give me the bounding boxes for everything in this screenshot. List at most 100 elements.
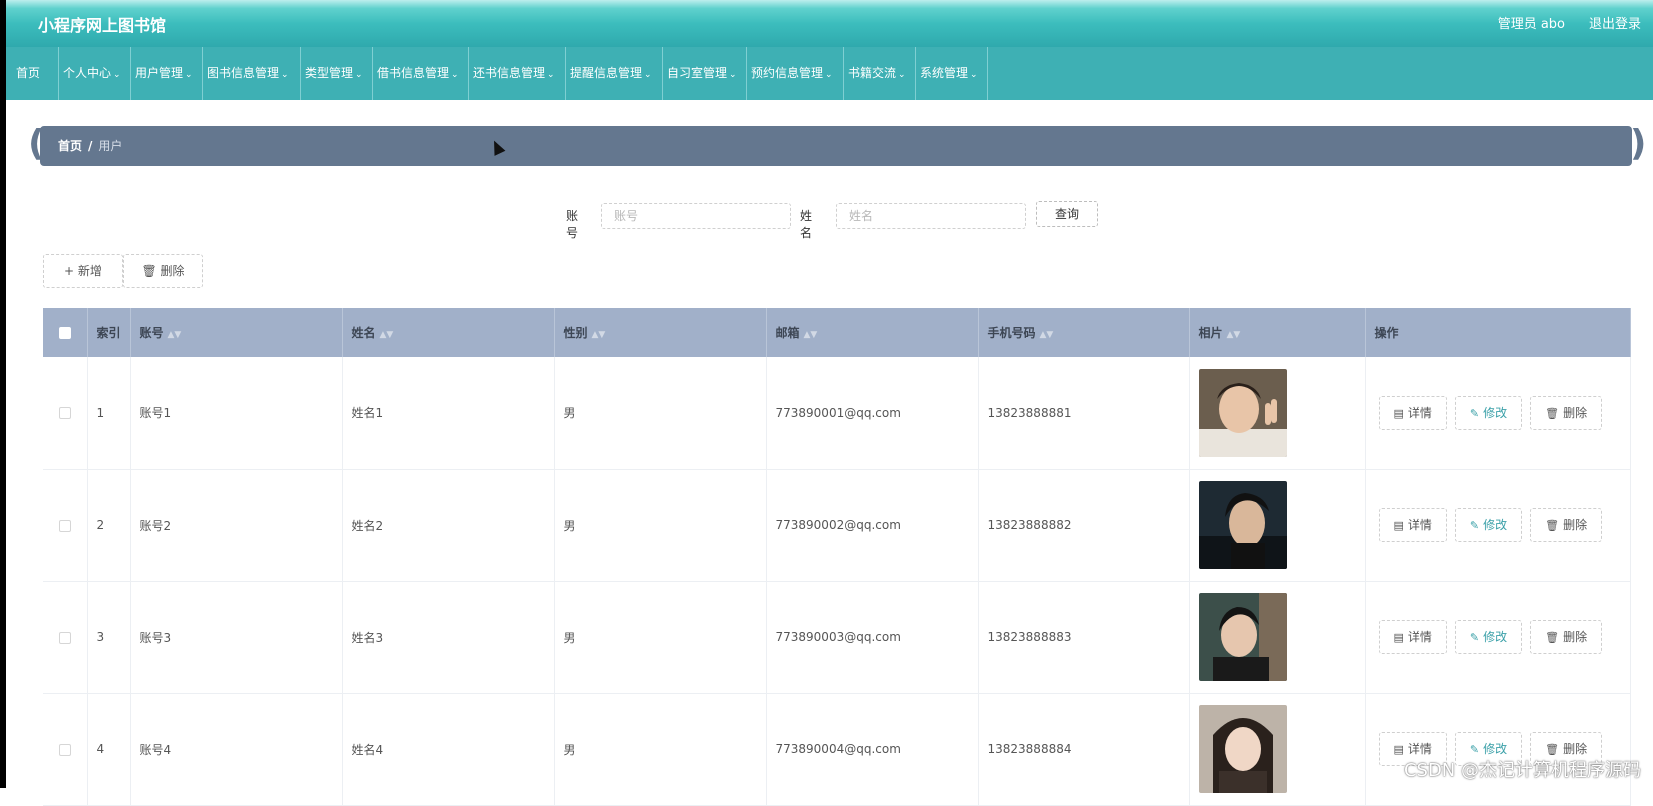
logout-link[interactable]: 退出登录 — [1589, 13, 1641, 32]
plus-icon: + — [64, 264, 78, 278]
user-photo[interactable] — [1199, 481, 1287, 569]
nav-item-reservation-info[interactable]: 预约信息管理⌄ — [747, 47, 844, 100]
cell-phone: 13823888883 — [978, 581, 1189, 693]
account-search-input[interactable] — [601, 203, 791, 229]
cell-name: 姓名1 — [342, 357, 554, 469]
window-edge — [0, 0, 6, 788]
sort-icon[interactable]: ▲▼ — [168, 330, 182, 340]
detail-button[interactable]: ▤详情 — [1379, 620, 1447, 654]
admin-label: 管理员 abo — [1498, 13, 1565, 32]
header-name[interactable]: 姓名▲▼ — [342, 308, 554, 357]
document-icon: ▤ — [1394, 407, 1404, 420]
breadcrumb-separator: / — [88, 139, 92, 153]
nav-label: 类型管理 — [305, 66, 353, 80]
delete-button[interactable]: 🗑删除 — [1530, 508, 1602, 542]
pencil-icon: ✎ — [1470, 407, 1479, 420]
row-checkbox[interactable] — [59, 744, 71, 756]
header-gender[interactable]: 性别▲▼ — [554, 308, 766, 357]
document-icon: ▤ — [1394, 631, 1404, 644]
nav-label: 预约信息管理 — [751, 66, 823, 80]
nav-item-personal-center[interactable]: 个人中心⌄ — [59, 47, 131, 100]
sort-icon[interactable]: ▲▼ — [592, 330, 606, 340]
chevron-down-icon: ⌄ — [185, 70, 193, 80]
cell-name: 姓名3 — [342, 581, 554, 693]
header-account[interactable]: 账号 ▲▼ — [130, 308, 342, 357]
breadcrumb-current: 用户 — [98, 139, 122, 153]
sort-icon[interactable]: ▲▼ — [380, 330, 394, 340]
header-email[interactable]: 邮箱▲▼ — [766, 308, 978, 357]
table-header-row: 索引 账号▲▼ 姓名▲▼ 性别▲▼ 邮箱▲▼ 手机号码▲▼ 相片▲▼ 操作 — [43, 308, 1630, 357]
nav-item-book-info[interactable]: 图书信息管理⌄ — [203, 47, 301, 100]
cell-gender: 男 — [554, 357, 766, 469]
edit-button[interactable]: ✎修改 — [1455, 508, 1522, 542]
cell-gender: 男 — [554, 581, 766, 693]
delete-label: 删除 — [1563, 742, 1587, 756]
nav-item-home[interactable]: 首页 — [12, 47, 59, 100]
detail-button[interactable]: ▤详情 — [1379, 396, 1447, 430]
row-select-cell[interactable] — [43, 469, 87, 581]
nav-item-system-management[interactable]: 系统管理⌄ — [916, 47, 988, 100]
document-icon: ▤ — [1394, 743, 1404, 756]
nav-item-user-management[interactable]: 用户管理⌄ — [131, 47, 203, 100]
header-label: 账号 — [140, 326, 164, 340]
nav-label: 图书信息管理 — [207, 66, 279, 80]
cell-account: 账号3 — [130, 581, 342, 693]
user-photo[interactable] — [1199, 705, 1287, 793]
delete-button[interactable]: 🗑删除 — [1530, 396, 1602, 430]
chevron-down-icon: ⌄ — [644, 70, 652, 80]
edit-button[interactable]: ✎修改 — [1455, 396, 1522, 430]
user-photo[interactable] — [1199, 369, 1287, 457]
sort-icon[interactable]: ▲▼ — [804, 330, 818, 340]
delete-button[interactable]: 🗑删除 — [1530, 620, 1602, 654]
breadcrumb: 首页 / 用户 — [40, 126, 1632, 166]
chevron-down-icon: ⌄ — [355, 70, 363, 80]
add-label: 新增 — [78, 264, 102, 278]
header-operations: 操作 — [1365, 308, 1630, 357]
cell-gender: 男 — [554, 469, 766, 581]
query-button[interactable]: 查询 — [1036, 201, 1098, 227]
chevron-down-icon: ⌄ — [970, 70, 978, 80]
cell-index: 1 — [87, 357, 130, 469]
add-button[interactable]: + 新增 — [43, 254, 123, 288]
table-row: 3 账号3 姓名3 男 773890003@qq.com 13823888883… — [43, 581, 1630, 693]
cell-name: 姓名2 — [342, 469, 554, 581]
row-checkbox[interactable] — [59, 407, 71, 419]
pencil-icon: ✎ — [1470, 519, 1479, 532]
nav-label: 用户管理 — [135, 66, 183, 80]
breadcrumb-home[interactable]: 首页 — [58, 139, 82, 153]
sort-icon[interactable]: ▲▼ — [1040, 330, 1054, 340]
delete-label: 删除 — [1563, 518, 1587, 532]
nav-item-book-exchange[interactable]: 书籍交流⌄ — [844, 47, 916, 100]
cell-operations: ▤详情 ✎修改 🗑删除 — [1365, 469, 1630, 581]
nav-item-return-info[interactable]: 还书信息管理⌄ — [469, 47, 566, 100]
detail-label: 详情 — [1408, 742, 1432, 756]
row-select-cell[interactable] — [43, 693, 87, 805]
select-all-cell[interactable] — [43, 308, 87, 357]
nav-item-study-room[interactable]: 自习室管理⌄ — [663, 47, 747, 100]
nav-item-reminder-info[interactable]: 提醒信息管理⌄ — [566, 47, 663, 100]
trash-icon: 🗑 — [1545, 631, 1559, 644]
bracket-right-decoration: ) — [1630, 124, 1646, 164]
nav-item-borrow-info[interactable]: 借书信息管理⌄ — [373, 47, 469, 100]
select-all-checkbox[interactable] — [59, 327, 71, 339]
document-icon: ▤ — [1394, 519, 1404, 532]
batch-delete-button[interactable]: 🗑 删除 — [123, 254, 203, 288]
name-search-input[interactable] — [836, 203, 1026, 229]
header-photo[interactable]: 相片▲▼ — [1189, 308, 1365, 357]
trash-icon: 🗑 — [1545, 743, 1559, 756]
user-table: 索引 账号▲▼ 姓名▲▼ 性别▲▼ 邮箱▲▼ 手机号码▲▼ 相片▲▼ 操作 1 … — [43, 308, 1631, 806]
chevron-down-icon: ⌄ — [898, 70, 906, 80]
row-select-cell[interactable] — [43, 581, 87, 693]
user-photo[interactable] — [1199, 593, 1287, 681]
edit-button[interactable]: ✎修改 — [1455, 620, 1522, 654]
row-checkbox[interactable] — [59, 520, 71, 532]
nav-item-type-management[interactable]: 类型管理⌄ — [301, 47, 373, 100]
header-phone[interactable]: 手机号码▲▼ — [978, 308, 1189, 357]
sort-icon[interactable]: ▲▼ — [1227, 330, 1241, 340]
cell-phone: 13823888882 — [978, 469, 1189, 581]
chevron-down-icon: ⌄ — [113, 70, 121, 80]
row-select-cell[interactable] — [43, 357, 87, 469]
detail-button[interactable]: ▤详情 — [1379, 508, 1447, 542]
row-checkbox[interactable] — [59, 632, 71, 644]
cell-index: 4 — [87, 693, 130, 805]
